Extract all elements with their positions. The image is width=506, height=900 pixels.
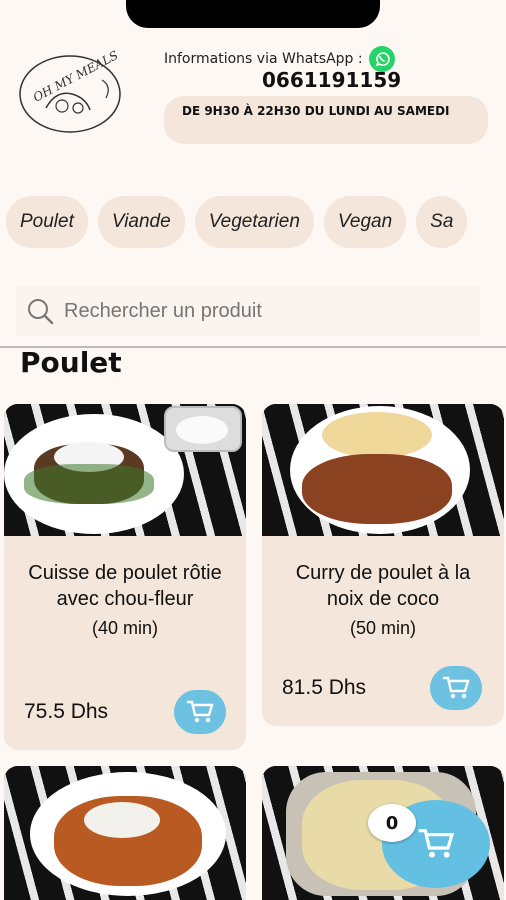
cart-icon bbox=[418, 829, 455, 858]
product-name: Cuisse de poulet rôtie avec chou-fleur bbox=[28, 562, 222, 610]
category-tab-vegan[interactable]: Vegan bbox=[323, 196, 407, 248]
category-tab-viande[interactable]: Viande bbox=[97, 196, 185, 248]
product-price: 81.5 Dhs bbox=[282, 676, 367, 699]
product-card[interactable]: Curry de poulet à la noix de coco (50 mi… bbox=[262, 404, 504, 726]
category-tab-salades[interactable]: Sa bbox=[416, 196, 468, 248]
search-bar bbox=[16, 286, 480, 336]
brand-logo: OH MY MEALS bbox=[19, 50, 121, 133]
product-name: Curry de poulet à la noix de coco bbox=[295, 562, 471, 610]
product-time: (40 min) bbox=[91, 618, 158, 638]
search-input[interactable] bbox=[64, 299, 464, 323]
header: OH MY MEALS Informations via WhatsApp : … bbox=[0, 36, 506, 156]
add-to-cart-button[interactable] bbox=[174, 690, 226, 734]
product-image bbox=[4, 404, 246, 536]
product-time: (50 min) bbox=[349, 618, 416, 638]
whatsapp-label: Informations via WhatsApp : bbox=[164, 51, 363, 67]
phone-number[interactable]: 0661191159 bbox=[262, 68, 401, 92]
cart-icon bbox=[443, 676, 470, 699]
cart-icon bbox=[187, 700, 214, 723]
search-icon bbox=[28, 299, 54, 325]
product-card[interactable] bbox=[4, 766, 246, 900]
cart-count-badge: 0 bbox=[368, 804, 416, 842]
product-price: 75.5 Dhs bbox=[24, 700, 109, 723]
device-notch bbox=[126, 0, 380, 28]
category-tab-vegetarien[interactable]: Vegetarien bbox=[194, 196, 314, 248]
opening-hours: DE 9H30 À 22H30 DU LUNDI AU SAMEDI bbox=[164, 96, 488, 144]
product-card[interactable]: Cuisse de poulet rôtie avec chou-fleur (… bbox=[4, 404, 246, 750]
section-title: Poulet bbox=[20, 346, 122, 379]
product-image bbox=[262, 404, 504, 536]
add-to-cart-button[interactable] bbox=[430, 666, 482, 710]
product-image bbox=[4, 766, 246, 900]
category-tab-poulet[interactable]: Poulet bbox=[6, 196, 88, 248]
category-tabs: Poulet Viande Vegetarien Vegan Sa bbox=[6, 196, 468, 248]
